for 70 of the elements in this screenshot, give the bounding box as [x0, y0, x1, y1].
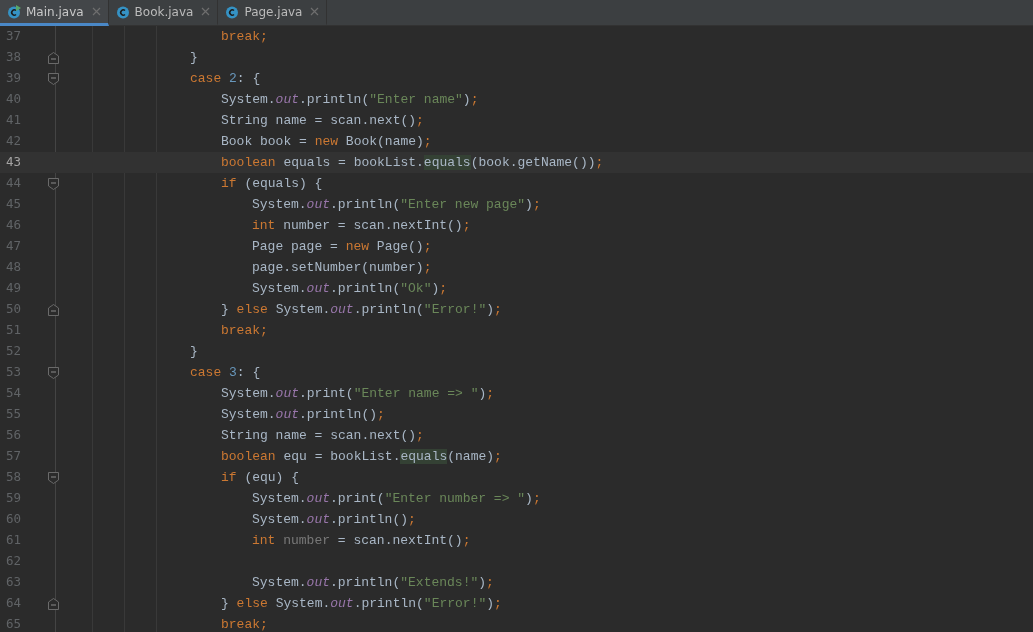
code-line: Page page = new Page();	[252, 237, 432, 256]
fold-icon[interactable]	[48, 597, 59, 610]
line-number: 50	[6, 300, 22, 319]
line-number: 57	[6, 447, 22, 466]
line-number: 48	[6, 258, 22, 277]
line-number: 39	[6, 69, 22, 88]
line-number: 37	[6, 27, 22, 46]
code-line: int number = scan.nextInt();	[252, 531, 471, 550]
line-number: 43	[6, 153, 22, 172]
line-number: 38	[6, 48, 22, 67]
fold-icon[interactable]	[48, 303, 59, 316]
fold-icon[interactable]	[48, 471, 59, 484]
code-line: break;	[221, 321, 268, 340]
line-number: 59	[6, 489, 22, 508]
code-line: break;	[221, 615, 268, 632]
line-number: 61	[6, 531, 22, 550]
code-line: System.out.print("Enter name => ");	[221, 384, 495, 403]
line-number: 41	[6, 111, 22, 130]
editor-tab[interactable]: Page.java	[218, 0, 328, 26]
line-number: 60	[6, 510, 22, 529]
code-line: case 2: {	[190, 69, 261, 88]
line-number: 51	[6, 321, 22, 340]
code-line: } else System.out.println("Error!");	[221, 300, 502, 319]
code-line: int number = scan.nextInt();	[252, 216, 471, 235]
line-number: 42	[6, 132, 22, 151]
code-line: System.out.println("Ok");	[252, 279, 448, 298]
code-line: }	[190, 48, 198, 67]
fold-icon[interactable]	[48, 177, 59, 190]
code-line: System.out.print("Enter number => ");	[252, 489, 541, 508]
fold-icon[interactable]	[48, 72, 59, 85]
close-icon[interactable]	[201, 7, 211, 16]
line-number: 54	[6, 384, 22, 403]
line-number: 47	[6, 237, 22, 256]
line-number: 65	[6, 615, 22, 632]
line-number: 62	[6, 552, 22, 571]
line-number: 53	[6, 363, 22, 382]
code-line: System.out.println("Enter name");	[221, 90, 479, 109]
line-number: 52	[6, 342, 22, 361]
line-number: 44	[6, 174, 22, 193]
code-line: if (equals) {	[221, 174, 323, 193]
close-icon[interactable]	[91, 7, 101, 16]
line-number: 63	[6, 573, 22, 592]
line-number: 55	[6, 405, 22, 424]
code-line: System.out.println();	[221, 405, 385, 424]
line-number: 46	[6, 216, 22, 235]
line-number: 49	[6, 279, 22, 298]
line-number: 40	[6, 90, 22, 109]
line-number: 56	[6, 426, 22, 445]
code-line: System.out.println();	[252, 510, 416, 529]
code-line: System.out.println("Extends!");	[252, 573, 494, 592]
code-line: String name = scan.next();	[221, 426, 424, 445]
code-line: System.out.println("Enter new page");	[252, 195, 541, 214]
code-line: Book book = new Book(name);	[221, 132, 432, 151]
fold-icon[interactable]	[48, 366, 59, 379]
code-line: if (equ) {	[221, 468, 299, 487]
code-line: } else System.out.println("Error!");	[221, 594, 502, 613]
code-line: }	[190, 342, 198, 361]
line-number: 58	[6, 468, 22, 487]
code-line: String name = scan.next();	[221, 111, 424, 130]
code-line: break;	[221, 27, 268, 46]
code-line: boolean equals = bookList.equals(book.getName());	[221, 153, 604, 172]
code-line: page.setNumber(number);	[252, 258, 432, 277]
fold-icon[interactable]	[48, 51, 59, 64]
line-number: 64	[6, 594, 22, 613]
close-icon[interactable]	[310, 7, 320, 16]
line-number: 45	[6, 195, 22, 214]
code-line: boolean equ = bookList.equals(name);	[221, 447, 502, 466]
editor-tab[interactable]: Main.java	[0, 0, 109, 26]
code-line: case 3: {	[190, 363, 261, 382]
editor-tab[interactable]: Book.java	[108, 0, 219, 26]
